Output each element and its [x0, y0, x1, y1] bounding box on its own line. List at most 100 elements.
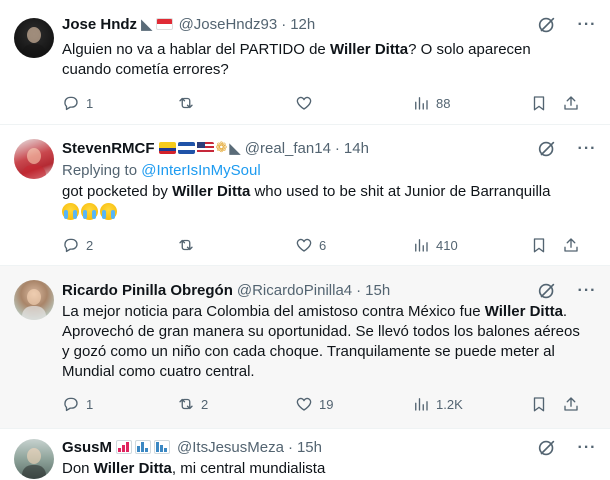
- shark-icon: ◣: [141, 14, 153, 33]
- retweet-icon: [179, 398, 193, 410]
- like-icon: [296, 238, 312, 252]
- more-options-button[interactable]: ···: [576, 138, 598, 160]
- avatar[interactable]: [14, 439, 54, 479]
- bar-chart-icon: [135, 440, 152, 454]
- like-button[interactable]: [295, 92, 319, 114]
- retweet-icon: [179, 97, 193, 109]
- retweet-button[interactable]: [177, 234, 201, 256]
- display-name[interactable]: Ricardo Pinilla Obregón: [62, 282, 233, 299]
- bookmark-button[interactable]: [530, 92, 548, 114]
- folded-hands-icon: ❁: [215, 140, 228, 156]
- timestamp[interactable]: 15h: [297, 439, 322, 456]
- grok-icon[interactable]: [536, 437, 558, 459]
- share-icon: [564, 96, 578, 110]
- tweet-text: got pocketed by Willer Ditta who used to…: [62, 183, 551, 200]
- reply-icon: [64, 238, 78, 253]
- flag-indonesia-icon: [155, 18, 173, 30]
- timestamp[interactable]: 14h: [344, 140, 369, 157]
- grok-icon[interactable]: [536, 138, 558, 160]
- share-icon: [564, 238, 578, 252]
- share-icon: [564, 397, 578, 411]
- reply-button[interactable]: 1: [62, 92, 93, 114]
- retweet-count: 2: [201, 396, 209, 412]
- views-count: 1.2K: [436, 396, 463, 412]
- like-icon: [296, 96, 312, 110]
- timestamp[interactable]: 15h: [365, 282, 390, 299]
- grok-icon[interactable]: [536, 14, 558, 36]
- avatar[interactable]: [14, 139, 54, 179]
- reply-context: Replying to @InterIsInMySoul: [62, 162, 261, 179]
- chart-decreasing-icon: [154, 440, 171, 454]
- tweet-header: GsusM @ItsJesusMeza · 15h: [62, 437, 322, 457]
- handle[interactable]: @JoseHndz93: [179, 16, 278, 33]
- tweet-text: Alguien no va a hablar del PARTIDO de Wi…: [62, 41, 531, 78]
- views-button[interactable]: 1.2K: [412, 393, 463, 415]
- bookmark-button[interactable]: [530, 234, 548, 256]
- like-button[interactable]: 19: [295, 393, 333, 415]
- reply-button[interactable]: 2: [62, 234, 93, 256]
- more-options-button[interactable]: ···: [576, 280, 598, 302]
- flag-colombia-icon: [158, 142, 176, 154]
- name-emojis: ❁ ◣: [158, 138, 241, 157]
- separator: ·: [356, 281, 362, 299]
- tweet[interactable]: Jose Hndz ◣ @JoseHndz93 · 12h ··· Alguie…: [0, 0, 610, 124]
- avatar[interactable]: [14, 18, 54, 58]
- bookmark-button[interactable]: [530, 393, 548, 415]
- tweet-emojis: [62, 203, 582, 224]
- display-name[interactable]: Jose Hndz: [62, 16, 137, 33]
- views-count: 410: [436, 237, 458, 253]
- tweet-text: La mejor noticia para Colombia del amist…: [62, 303, 580, 380]
- retweet-button[interactable]: [177, 92, 201, 114]
- reply-count: 1: [86, 95, 94, 111]
- flag-el-salvador-icon: [177, 142, 195, 154]
- tweet[interactable]: Ricardo Pinilla Obregón @RicardoPinilla4…: [0, 266, 610, 429]
- tweet-actions: 1 88: [62, 92, 592, 114]
- display-name[interactable]: StevenRMCF: [62, 140, 155, 157]
- retweet-icon: [179, 239, 193, 251]
- views-icon: [415, 239, 428, 252]
- chart-increasing-icon: [116, 440, 133, 454]
- avatar[interactable]: [14, 280, 54, 320]
- grok-icon[interactable]: [536, 280, 558, 302]
- like-count: 6: [319, 237, 327, 253]
- like-button[interactable]: 6: [295, 234, 326, 256]
- name-emojis: ◣: [141, 14, 175, 33]
- separator: ·: [281, 15, 287, 33]
- tweet-actions: 2 6 410: [62, 234, 592, 256]
- bookmark-icon: [533, 397, 545, 412]
- tweet[interactable]: StevenRMCF ❁ ◣ @real_fan14 · 14h ··· Rep…: [0, 124, 610, 266]
- views-icon: [415, 97, 428, 110]
- handle[interactable]: @RicardoPinilla4: [237, 282, 352, 299]
- handle[interactable]: @real_fan14: [245, 140, 331, 157]
- bookmark-icon: [533, 96, 545, 111]
- reply-icon: [64, 96, 78, 111]
- views-icon: [415, 398, 428, 411]
- tweet-text: Don Willer Ditta, mi central mundialista: [62, 460, 326, 477]
- shark-icon: ◣: [229, 138, 241, 157]
- more-options-button[interactable]: ···: [576, 14, 598, 36]
- tweet[interactable]: GsusM @ItsJesusMeza · 15h ··· Don Willer…: [0, 429, 610, 480]
- tweet-header: StevenRMCF ❁ ◣ @real_fan14 · 14h: [62, 138, 369, 158]
- like-count: 19: [319, 396, 334, 412]
- flag-usa-icon: [196, 142, 214, 154]
- tweet-header: Jose Hndz ◣ @JoseHndz93 · 12h: [62, 14, 315, 34]
- more-options-button[interactable]: ···: [576, 437, 598, 459]
- reply-to-link[interactable]: @InterIsInMySoul: [141, 162, 260, 179]
- share-button[interactable]: [562, 234, 580, 256]
- name-emojis: [116, 440, 173, 454]
- timestamp[interactable]: 12h: [290, 16, 315, 33]
- retweet-button[interactable]: 2: [177, 393, 208, 415]
- views-count: 88: [436, 95, 451, 111]
- reply-count: 2: [86, 237, 94, 253]
- views-button[interactable]: 88: [412, 92, 450, 114]
- display-name[interactable]: GsusM: [62, 439, 112, 456]
- loudly-crying-face-icon: [81, 203, 98, 220]
- views-button[interactable]: 410: [412, 234, 458, 256]
- separator: ·: [287, 438, 293, 456]
- bookmark-icon: [533, 238, 545, 253]
- separator: ·: [334, 139, 340, 157]
- share-button[interactable]: [562, 92, 580, 114]
- reply-button[interactable]: 1: [62, 393, 93, 415]
- share-button[interactable]: [562, 393, 580, 415]
- handle[interactable]: @ItsJesusMeza: [177, 439, 284, 456]
